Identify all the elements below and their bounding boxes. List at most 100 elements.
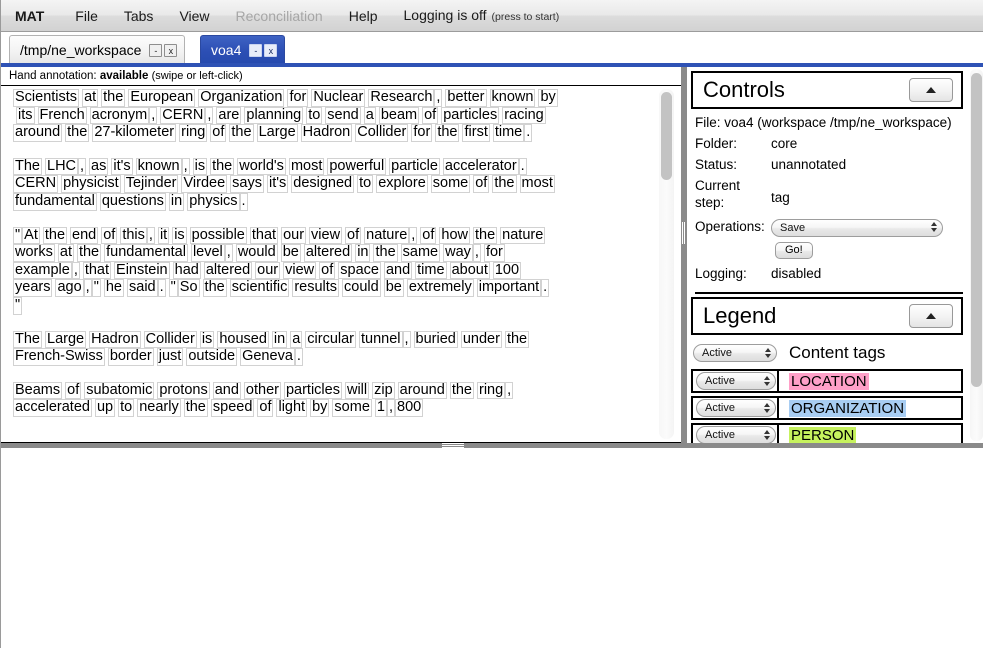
document-paragraph[interactable]: Scientists at the European Organization for Nu… (13, 89, 558, 142)
vertical-splitter-grip-icon[interactable] (682, 222, 686, 244)
document-token[interactable]: a (363, 106, 376, 125)
document-token[interactable]: tunnel (359, 330, 403, 349)
document-token[interactable]: Large (256, 124, 298, 142)
document-token[interactable]: particle (389, 157, 440, 176)
legend-global-state-wrapper[interactable]: Active (693, 344, 777, 362)
document-scroll-area[interactable]: Scientists at the European Organization for Nu… (1, 87, 683, 443)
document-token[interactable]: powerful (327, 157, 387, 176)
controls-collapse-button[interactable] (909, 78, 953, 102)
document-token[interactable]: , (505, 381, 514, 400)
document-token[interactable]: the (101, 89, 126, 107)
document-token[interactable]: as (89, 157, 109, 176)
document-token[interactable]: the (202, 279, 227, 297)
document-token[interactable]: time (415, 261, 447, 280)
document-token[interactable]: physicist (61, 175, 121, 193)
document-token[interactable]: beam (378, 106, 420, 125)
document-token[interactable]: subatomic (84, 381, 155, 400)
document-token[interactable]: the (435, 124, 460, 142)
document-token[interactable]: outside (186, 348, 238, 366)
document-token[interactable]: 800 (395, 399, 424, 417)
document-token[interactable]: Einstein (114, 261, 170, 280)
document-token[interactable]: view (309, 226, 343, 245)
document-token[interactable]: known (135, 157, 182, 176)
document-token[interactable]: . (524, 124, 533, 142)
document-token[interactable]: 1 (374, 399, 387, 417)
document-token[interactable]: , (402, 330, 411, 349)
document-token[interactable]: world's (237, 157, 286, 176)
document-token[interactable]: Beams (13, 381, 63, 400)
document-paragraph[interactable]: The Large Hadron Collider is housed in a circula… (13, 330, 558, 366)
document-token[interactable]: Collider (355, 124, 409, 142)
document-token[interactable]: space (338, 261, 381, 280)
document-token[interactable]: , (224, 244, 233, 262)
document-token[interactable]: . (294, 348, 303, 366)
document-token[interactable]: extremely (406, 279, 474, 297)
tab-voa4-minimize-icon[interactable]: - (249, 43, 263, 57)
document-token[interactable]: circular (305, 330, 356, 349)
document-token[interactable]: it's (111, 157, 133, 176)
document-token[interactable]: had (172, 261, 201, 280)
document-token[interactable]: of (345, 226, 362, 245)
legend-tag-state-select-person[interactable]: Active (696, 426, 776, 443)
document-token[interactable]: " (91, 279, 101, 297)
document-token[interactable]: accelerated (13, 399, 92, 417)
document-token-text[interactable]: Scientists at the European Organization for Nu… (13, 89, 558, 433)
document-token[interactable]: . (541, 279, 550, 297)
document-token[interactable]: Scientists (13, 89, 80, 107)
logging-toggle[interactable]: Logging is off (press to start) (391, 0, 573, 32)
document-token[interactable]: by (538, 89, 558, 107)
tab-workspace[interactable]: /tmp/ne_workspace - x (9, 35, 186, 64)
document-token[interactable]: . (157, 279, 166, 297)
document-token[interactable]: example (13, 261, 72, 280)
document-token[interactable]: said (127, 279, 158, 297)
document-token[interactable]: this (120, 226, 147, 245)
tab-voa4[interactable]: voa4 - x (200, 35, 286, 64)
document-token[interactable]: how (439, 226, 470, 245)
document-token[interactable]: . (518, 157, 527, 176)
document-token[interactable]: Organization (198, 89, 285, 107)
document-token[interactable]: and (383, 261, 413, 280)
document-token[interactable]: Tejinder (123, 175, 179, 193)
document-token[interactable]: way (443, 244, 473, 262)
document-token[interactable]: the (183, 399, 208, 417)
document-token[interactable]: is (172, 226, 187, 245)
document-token[interactable]: accelerator (442, 157, 519, 176)
document-token[interactable]: the (42, 226, 68, 245)
document-token[interactable]: " (168, 279, 178, 297)
document-token[interactable]: a (290, 330, 303, 349)
document-token[interactable]: for (287, 89, 309, 107)
document-token[interactable]: border (107, 348, 154, 366)
document-scrollbar-thumb[interactable] (661, 92, 672, 180)
document-token[interactable]: acronym (89, 106, 150, 125)
document-token[interactable]: of (422, 106, 439, 125)
document-token[interactable]: racing (502, 106, 546, 125)
document-token[interactable]: it (157, 226, 170, 245)
legend-global-state-select[interactable]: Active (693, 344, 777, 362)
document-token[interactable]: around (397, 381, 447, 400)
document-token[interactable]: to (118, 399, 135, 417)
document-token[interactable]: , (181, 157, 190, 176)
document-token[interactable]: ring (179, 124, 208, 142)
document-token[interactable]: European (128, 89, 196, 107)
menu-item-view[interactable]: View (166, 1, 222, 31)
document-token[interactable]: under (460, 330, 502, 349)
document-token[interactable]: altered (303, 244, 353, 262)
document-token[interactable]: the (229, 124, 254, 142)
document-token[interactable]: same (400, 244, 441, 262)
document-token[interactable]: of (473, 175, 490, 193)
document-token[interactable]: our (255, 261, 281, 280)
legend-tag-state-select-organization[interactable]: Active (696, 399, 776, 417)
document-token[interactable]: , (472, 244, 481, 262)
document-token[interactable]: possible (189, 226, 247, 245)
document-token[interactable]: in (355, 244, 371, 262)
tab-voa4-close-icon[interactable]: x (264, 43, 278, 57)
document-token[interactable]: planning (244, 106, 304, 125)
document-token[interactable]: designed (291, 175, 355, 193)
document-token[interactable]: view (283, 261, 317, 280)
document-token[interactable]: protons (157, 381, 210, 400)
document-token[interactable]: questions (99, 192, 166, 211)
document-token[interactable]: nature (364, 226, 410, 245)
document-token[interactable]: ago (55, 279, 84, 297)
right-column-scrollbar[interactable] (970, 69, 983, 441)
operations-select-wrapper[interactable]: Save (771, 216, 943, 237)
